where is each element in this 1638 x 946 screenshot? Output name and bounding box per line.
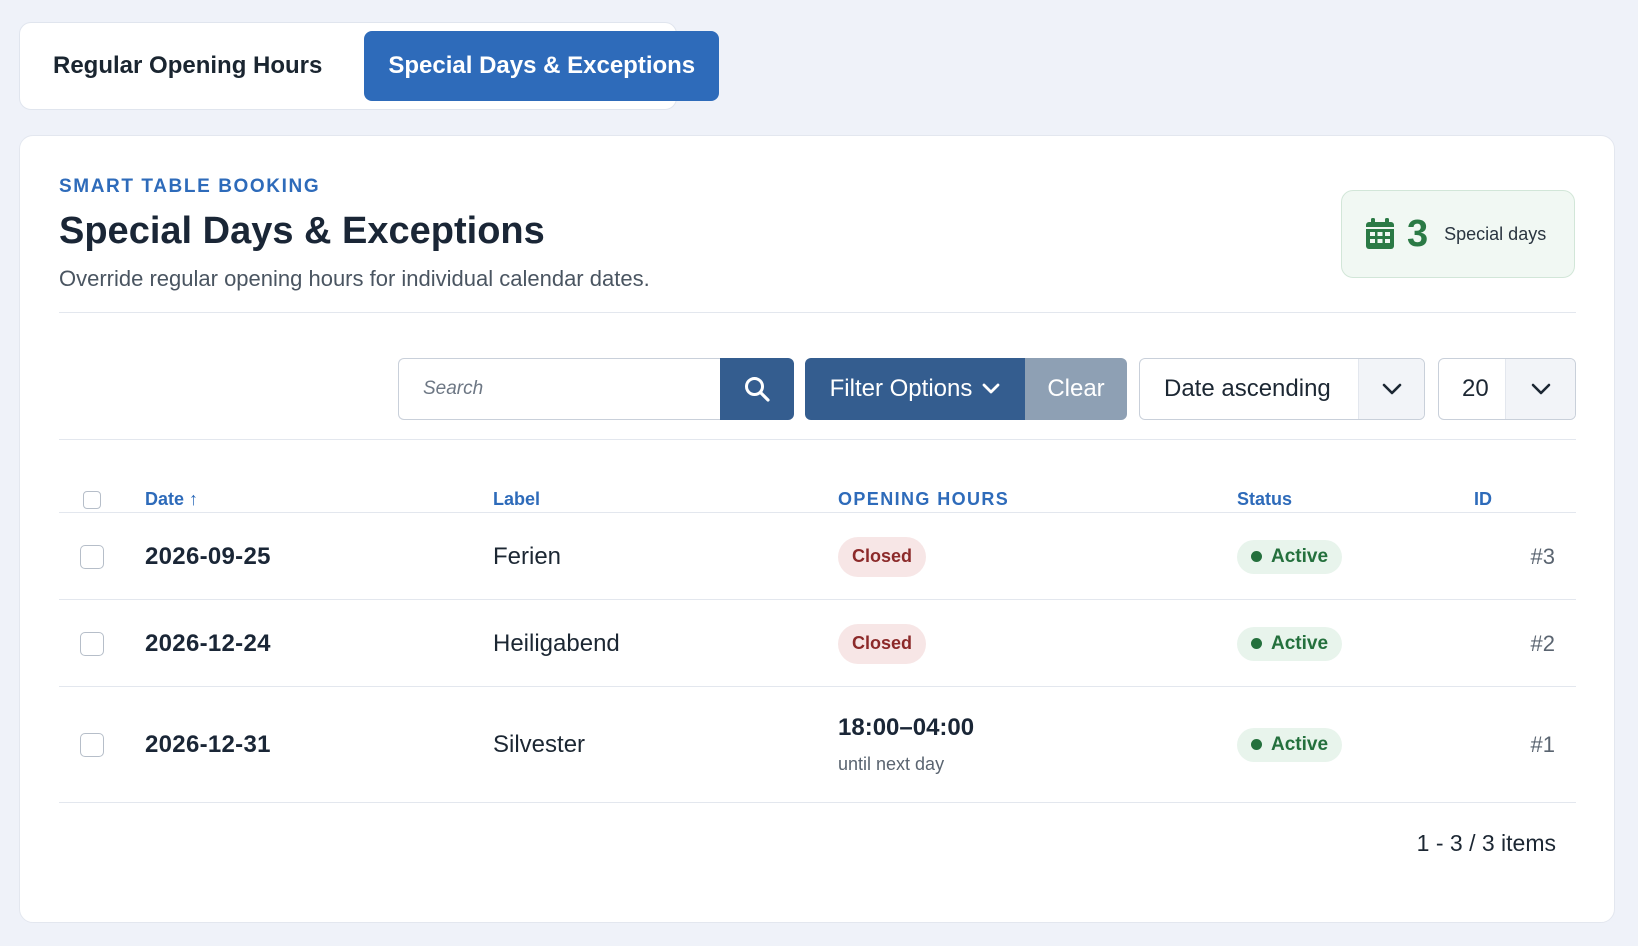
closed-badge: Closed [838, 536, 927, 577]
search-input[interactable] [398, 358, 720, 420]
tab-special-days[interactable]: Special Days & Exceptions [364, 31, 720, 101]
row-checkbox-cell [80, 600, 104, 687]
search-icon [745, 377, 770, 402]
chevron-down-icon [1382, 383, 1401, 395]
table-row[interactable]: 2026-12-24 Heiligabend Closed Active #2 [59, 600, 1576, 687]
row-hours-cell: Closed [838, 600, 927, 687]
row-checkbox-cell [80, 513, 104, 600]
page-size-value: 20 [1462, 375, 1489, 402]
row-hours-cell: Closed [838, 513, 927, 600]
row-checkbox[interactable] [80, 631, 104, 656]
row-checkbox-cell [80, 687, 104, 802]
table-row[interactable]: 2026-09-25 Ferien Closed Active #3 [59, 513, 1576, 600]
row-status-cell: Active [1237, 600, 1343, 687]
view-tabs: Regular Opening Hours Special Days & Exc… [19, 22, 720, 110]
row-date: 2026-12-24 [145, 629, 271, 657]
chevron-down-icon [982, 383, 1000, 394]
closed-badge: Closed [838, 623, 927, 664]
clear-button[interactable]: Clear [1025, 358, 1127, 420]
table-row[interactable]: 2026-12-31 Silvester 18:00–04:00 until n… [59, 687, 1576, 802]
status-dot-icon [1251, 551, 1262, 562]
row-hours-cell: 18:00–04:00 until next day [838, 687, 974, 802]
select-all-checkbox[interactable] [83, 490, 101, 509]
status-label: Active [1271, 733, 1329, 755]
special-days-counter: 3 Special days [1341, 190, 1575, 278]
hours-time: 18:00–04:00 [838, 714, 975, 741]
row-label: Ferien [493, 542, 562, 570]
row-date: 2026-09-25 [145, 542, 271, 570]
status-badge: Active [1237, 727, 1343, 762]
page-subtitle: Override regular opening hours for indiv… [59, 266, 650, 291]
row-id: #1 [1530, 731, 1555, 757]
calendar-icon [1365, 218, 1395, 250]
page-title: Special Days & Exceptions [59, 210, 545, 252]
special-days-label: Special days [1444, 223, 1547, 244]
eyebrow-label: SMART TABLE BOOKING [59, 176, 321, 197]
row-id: #3 [1530, 543, 1555, 569]
tab-regular-opening-hours[interactable]: Regular Opening Hours [29, 31, 346, 101]
status-dot-icon [1251, 739, 1262, 750]
row-id: #2 [1530, 630, 1555, 656]
special-days-count: 3 [1407, 212, 1429, 255]
table-bottom-divider [59, 802, 1576, 803]
hours-block: 18:00–04:00 until next day [838, 714, 974, 775]
sort-select-value: Date ascending [1164, 375, 1331, 402]
row-status-cell: Active [1237, 513, 1343, 600]
status-label: Active [1271, 545, 1329, 567]
sort-select-toggle[interactable] [1358, 359, 1424, 419]
page-size-select[interactable]: 20 [1438, 358, 1576, 420]
status-badge: Active [1237, 626, 1343, 661]
special-days-card: SMART TABLE BOOKING Special Days & Excep… [19, 135, 1615, 923]
page-size-toggle[interactable] [1505, 359, 1575, 419]
header-divider [59, 312, 1576, 313]
pagination-summary: 1 - 3 / 3 items [1416, 830, 1556, 856]
row-checkbox[interactable] [80, 732, 104, 757]
row-status-cell: Active [1237, 687, 1343, 802]
sort-select[interactable]: Date ascending [1139, 358, 1425, 420]
table-top-divider [59, 439, 1576, 440]
filter-options-button[interactable]: Filter Options [805, 358, 1025, 420]
search-button[interactable] [720, 358, 794, 420]
row-date: 2026-12-31 [145, 730, 271, 758]
status-label: Active [1271, 632, 1329, 654]
chevron-down-icon [1531, 383, 1550, 395]
status-badge: Active [1237, 539, 1343, 574]
row-label: Heiligabend [493, 629, 620, 657]
hours-note: until next day [838, 754, 945, 774]
row-checkbox[interactable] [80, 544, 104, 569]
filter-options-label: Filter Options [829, 375, 973, 402]
row-label: Silvester [493, 730, 586, 758]
status-dot-icon [1251, 638, 1262, 649]
